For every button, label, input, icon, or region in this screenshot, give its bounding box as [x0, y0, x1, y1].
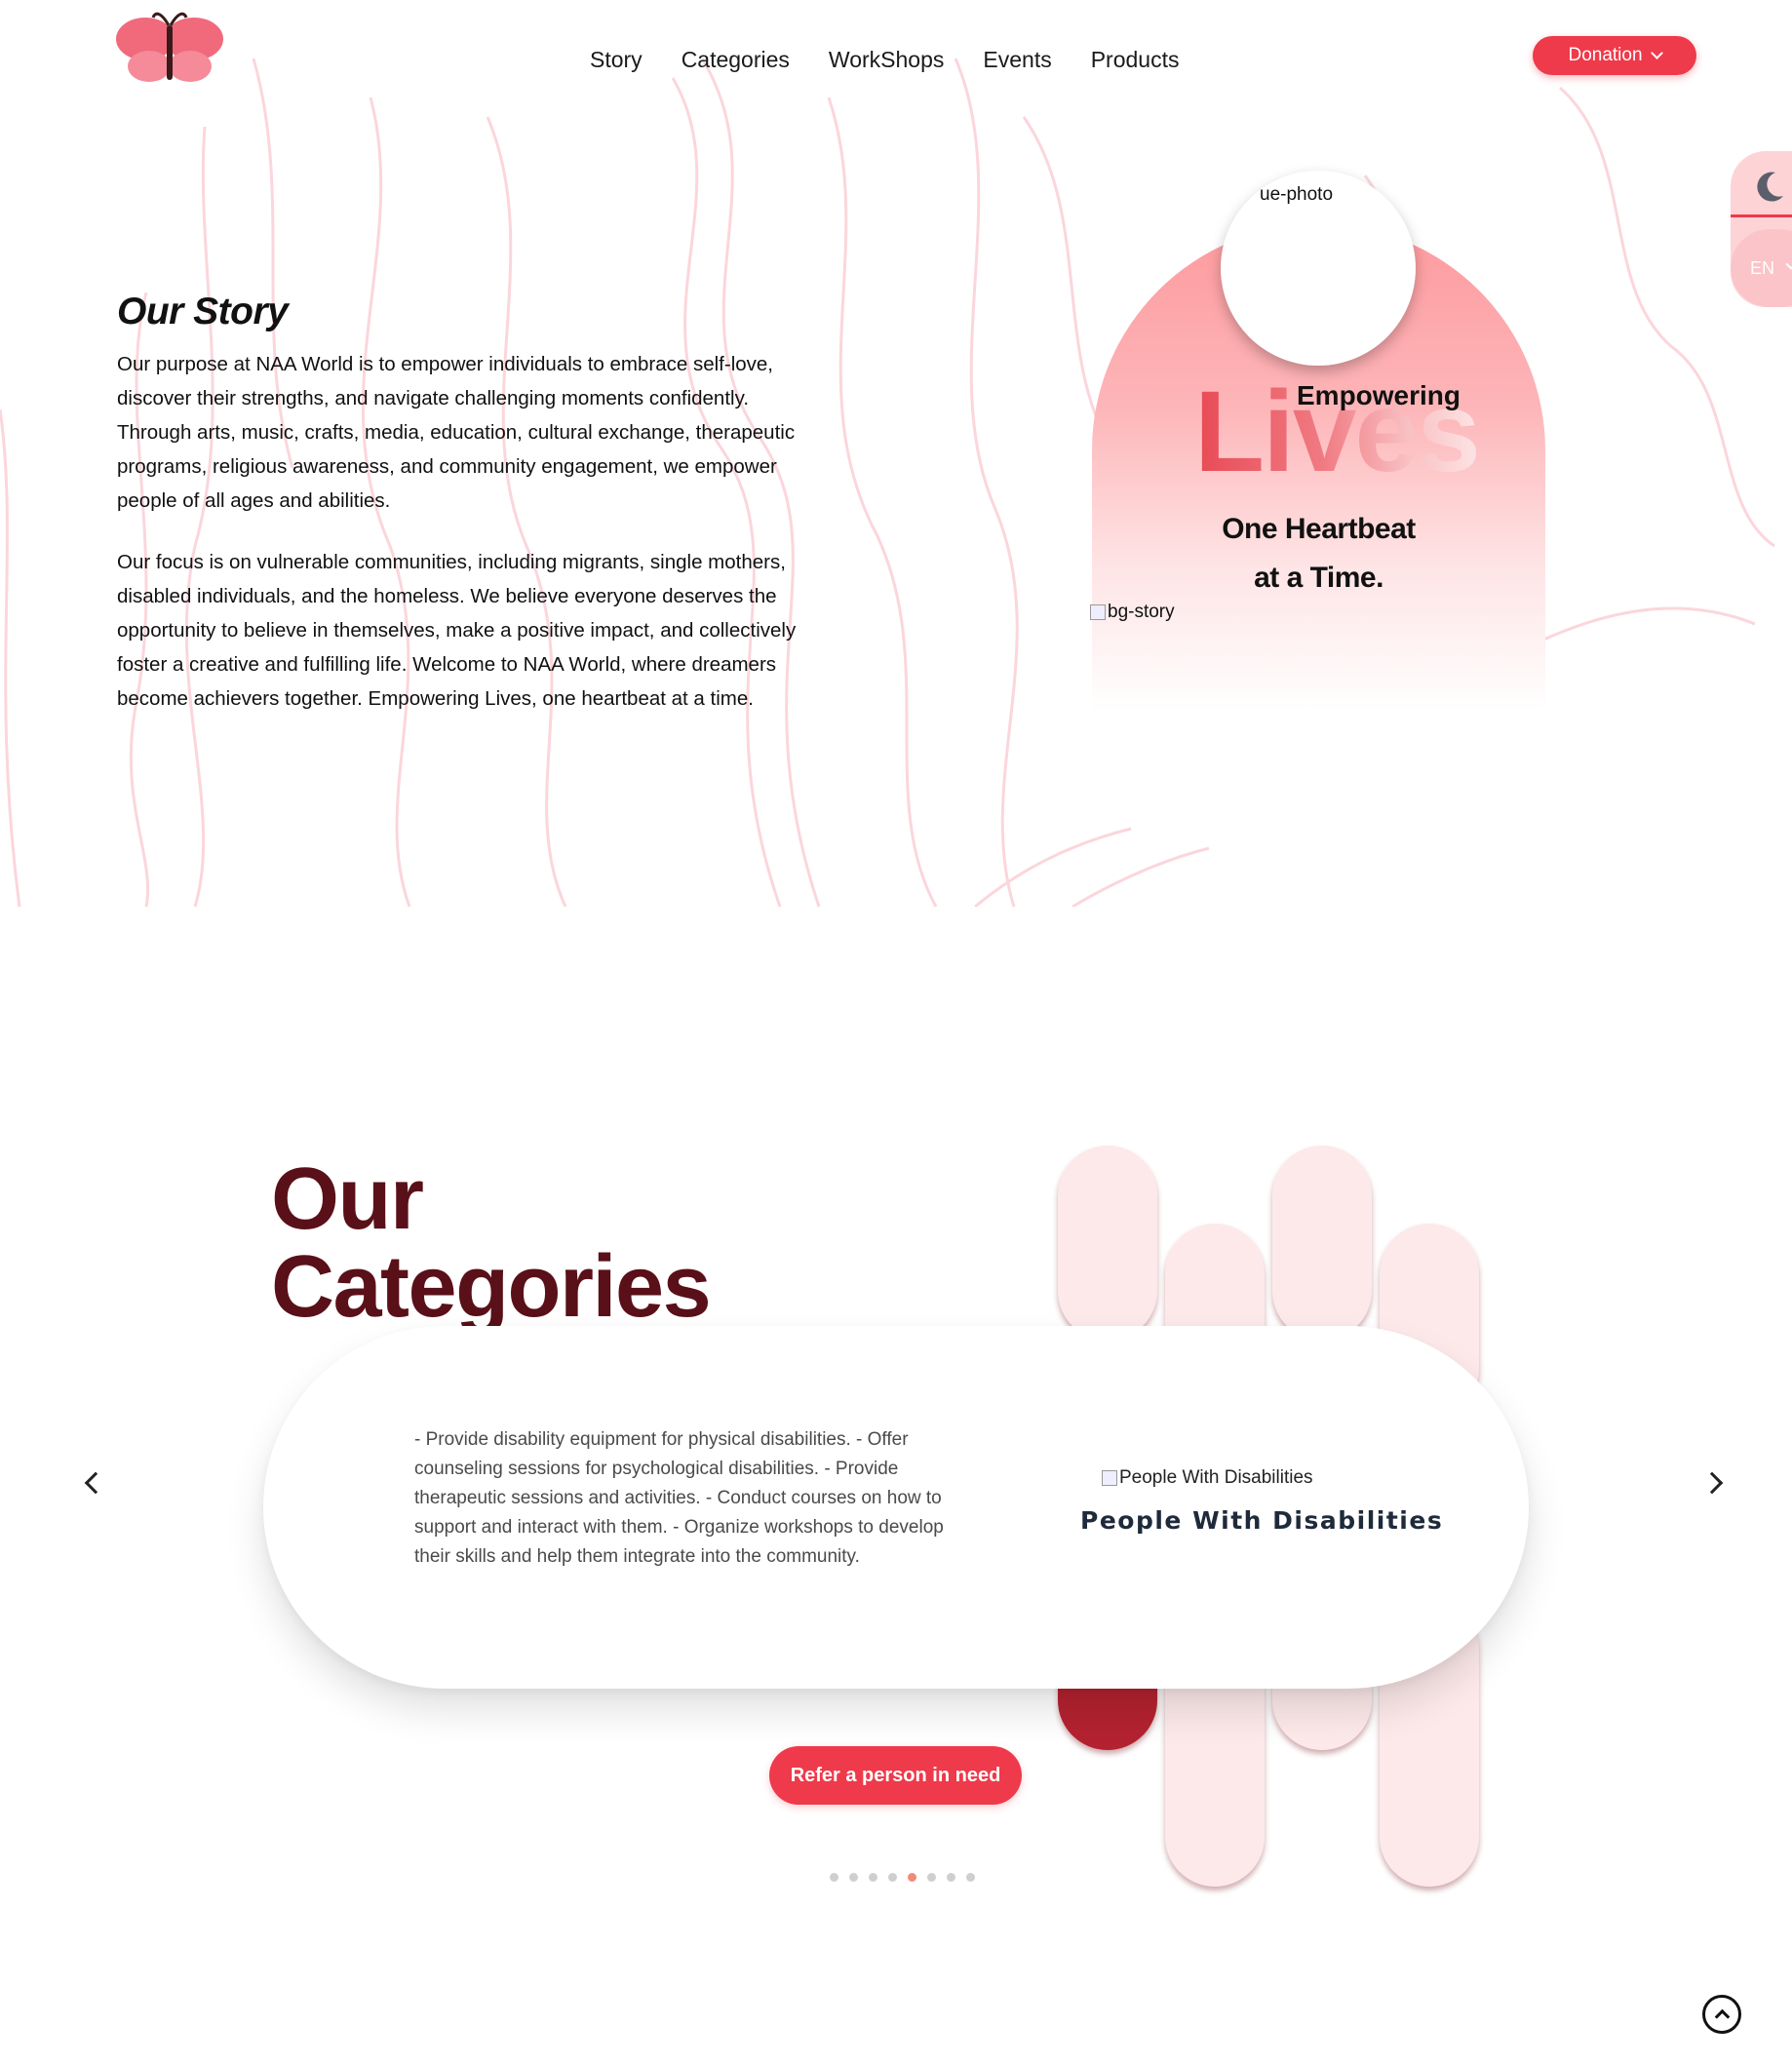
- tagline-line-2: at a Time.: [1254, 562, 1383, 594]
- category-name: People With Disabilities: [1080, 1506, 1444, 1535]
- tagline-heartbeat: One Heartbeat at a Time.: [1092, 505, 1545, 603]
- carousel-dot[interactable]: [947, 1873, 955, 1882]
- main-nav: Story Categories WorkShops Events Produc…: [590, 47, 1179, 73]
- bg-story-alt: bg-story: [1108, 602, 1175, 622]
- categories-title-line-2: Categories: [271, 1238, 712, 1336]
- category-description: - Provide disability equipment for physi…: [414, 1429, 944, 1567]
- category-image-alt: People With Disabilities: [1119, 1467, 1313, 1488]
- moon-icon[interactable]: [1752, 169, 1787, 204]
- tagline-line-1: One Heartbeat: [1222, 513, 1416, 545]
- nav-events[interactable]: Events: [983, 47, 1051, 73]
- story-paragraph-2: Our focus is on vulnerable communities, …: [117, 551, 797, 710]
- carousel-dot[interactable]: [927, 1873, 936, 1882]
- story-photo: ue-photo: [1221, 171, 1416, 366]
- carousel-dots: [830, 1873, 975, 1882]
- categories-title: Our Categories: [271, 1150, 712, 1336]
- category-image: People With Disabilities: [1102, 1467, 1313, 1489]
- language-label: EN: [1750, 258, 1775, 278]
- chevron-right-icon[interactable]: [1700, 1471, 1724, 1495]
- nav-categories[interactable]: Categories: [682, 47, 790, 73]
- nav-story[interactable]: Story: [590, 47, 643, 73]
- story-title: Our Story: [117, 291, 289, 332]
- nav-products[interactable]: Products: [1091, 47, 1180, 73]
- refer-button[interactable]: Refer a person in need: [769, 1746, 1022, 1805]
- categories-title-line-1: Our: [271, 1150, 424, 1248]
- scroll-top-icon[interactable]: [1702, 1995, 1741, 2034]
- story-photo-alt: ue-photo: [1260, 184, 1334, 205]
- carousel-dot[interactable]: [830, 1873, 838, 1882]
- carousel-dot[interactable]: [888, 1873, 897, 1882]
- butterfly-logo[interactable]: [110, 8, 229, 88]
- story-paragraph-1: Our purpose at NAA World is to empower i…: [117, 353, 796, 512]
- carousel-dot[interactable]: [966, 1873, 975, 1882]
- nav-workshops[interactable]: WorkShops: [829, 47, 944, 73]
- bg-story-image: bg-story: [1090, 602, 1175, 623]
- carousel-dot[interactable]: [869, 1873, 877, 1882]
- broken-image-icon: [1102, 1470, 1117, 1486]
- decor-pill: [1272, 1146, 1372, 1341]
- story-section: Story Categories WorkShops Events Produc…: [0, 0, 1792, 907]
- chevron-left-icon[interactable]: [84, 1471, 107, 1495]
- tagline-empowering: Empowering: [1297, 380, 1461, 410]
- carousel-dot[interactable]: [849, 1873, 858, 1882]
- toggle-divider: [1731, 214, 1792, 217]
- side-settings-panel: EN: [1731, 151, 1792, 307]
- decor-pill: [1058, 1146, 1157, 1341]
- donation-label: Donation: [1568, 45, 1643, 65]
- chevron-down-icon: [1650, 47, 1663, 59]
- carousel-dot-active[interactable]: [908, 1873, 916, 1882]
- broken-image-icon: [1090, 604, 1106, 620]
- donation-button[interactable]: Donation: [1533, 36, 1696, 75]
